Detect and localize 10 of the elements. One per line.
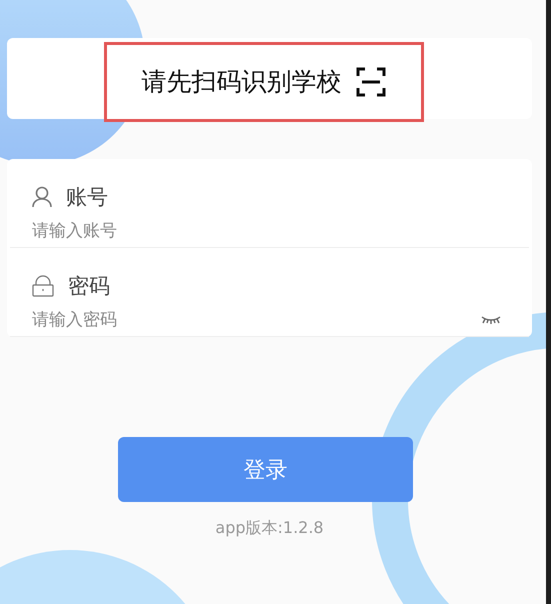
field-label: 账号 (66, 184, 108, 211)
field-label: 密码 (68, 273, 110, 300)
account-field[interactable]: 请输入账号 (32, 221, 501, 241)
lock-icon (32, 275, 54, 297)
eye-closed-icon[interactable] (481, 315, 501, 325)
version-text: app版本:1.2.8 (215, 518, 324, 539)
scan-school-button[interactable]: 请先扫码识别学校 (104, 42, 424, 122)
password-field[interactable]: 请输入密码 (32, 310, 481, 330)
scan-icon (356, 66, 386, 96)
user-icon (32, 186, 52, 208)
